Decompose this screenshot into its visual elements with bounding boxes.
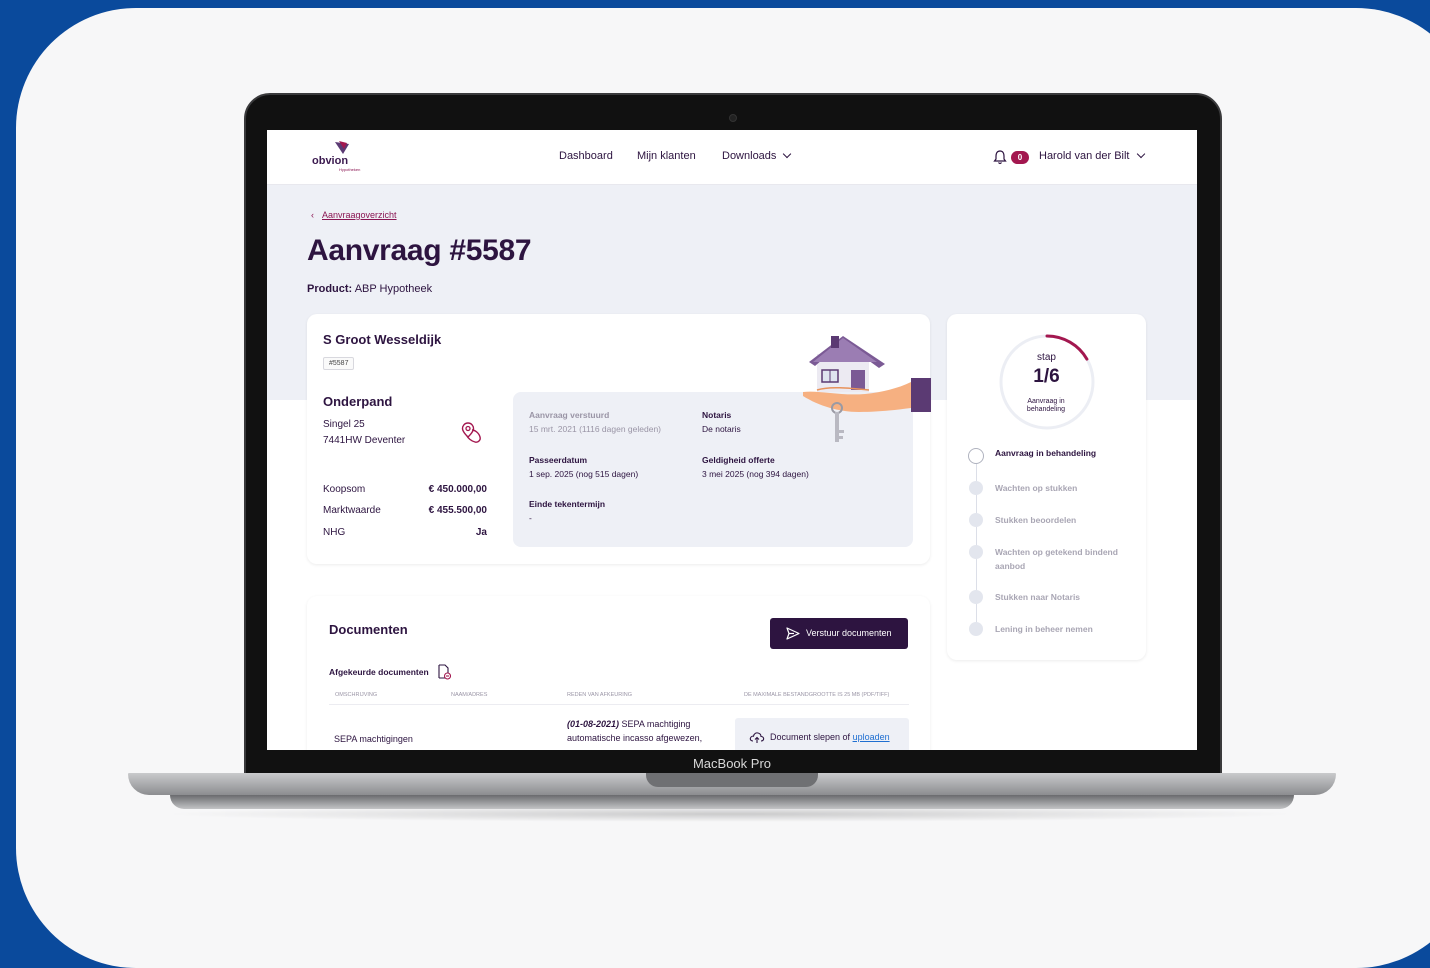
progress-card: stap 1/6 Aanvraag in behandeling Aanvraa… — [947, 314, 1146, 660]
sent-label: Aanvraag verstuurd — [529, 410, 610, 420]
chevron-down-icon — [783, 149, 792, 159]
cloud-upload-icon — [749, 732, 765, 743]
koopsom-value: € 450.000,00 — [428, 484, 487, 495]
send-documents-label: Verstuur documenten — [806, 628, 892, 638]
step-5: Stukken naar Notaris — [995, 592, 1081, 602]
step-dot — [969, 622, 983, 636]
collateral-heading: Onderpand — [323, 394, 393, 409]
rejected-documents-heading: Afgekeurde documenten — [329, 667, 429, 677]
row-reason: (01-08-2021) SEPA machtiging automatisch… — [567, 717, 717, 745]
product-line: Product: ABP Hypotheek — [307, 283, 432, 295]
column-header-reason: REDEN VAN AFKEURING — [567, 692, 632, 698]
column-header-name: NAAM/ADRES — [451, 692, 488, 698]
application-id-tag: #5587 — [323, 357, 355, 370]
upload-link[interactable]: uploaden — [853, 732, 890, 742]
rejected-document-icon — [438, 664, 451, 680]
step-dot — [969, 481, 983, 495]
nav-downloads-label: Downloads — [722, 150, 777, 162]
passing-date-value: 1 sep. 2025 (nog 515 dagen) — [529, 469, 639, 479]
user-menu[interactable]: Harold van der Bilt — [1039, 149, 1145, 162]
breadcrumb[interactable]: ‹ Aanvraagoverzicht — [311, 210, 397, 220]
notary-label: Notaris — [702, 410, 732, 420]
step-dot-active — [968, 448, 984, 464]
laptop-base-bottom — [170, 795, 1294, 809]
step-dot — [969, 545, 983, 559]
passing-date-label: Passeerdatum — [529, 455, 588, 465]
client-name: S Groot Wesseldijk — [323, 332, 442, 347]
app-screen: obvion Hypotheken Dashboard Mijn klanten… — [267, 130, 1197, 750]
address-line-1: Singel 25 — [323, 419, 365, 430]
ring-status-label: Aanvraag in behandeling — [1026, 398, 1066, 413]
nav-downloads[interactable]: Downloads — [722, 149, 792, 162]
address-line-2: 7441HW Deventer — [323, 435, 406, 446]
row-description: SEPA machtigingen — [334, 734, 413, 744]
step-word: stap — [1037, 352, 1056, 363]
marktwaarde-label: Marktwaarde — [323, 505, 381, 516]
bell-icon[interactable] — [993, 149, 1007, 165]
step-3: Stukken beoordelen — [995, 515, 1077, 525]
house-key-illustration — [803, 336, 931, 442]
laptop-notch — [646, 773, 818, 787]
step-6: Lening in beheer nemen — [995, 624, 1093, 634]
upload-prompt: Document slepen of — [770, 732, 851, 742]
step-2: Wachten op stukken — [995, 483, 1078, 493]
breadcrumb-link[interactable]: Aanvraagoverzicht — [322, 210, 397, 220]
logo-subtext: Hypotheken — [339, 167, 361, 172]
documents-card: Documenten Verstuur documenten Afgekeurd… — [307, 596, 930, 750]
product-value: ABP Hypotheek — [354, 283, 433, 295]
validity-value: 3 mei 2025 (nog 394 dagen) — [702, 469, 809, 479]
step-4: Wachten op getekend bindend aanbod — [995, 547, 1118, 571]
user-name: Harold van der Bilt — [1039, 150, 1130, 162]
column-header-max-size: DE MAXIMALE BESTANDGROOTTE IS 25 MB (PDF… — [744, 692, 890, 698]
obvion-logo[interactable]: obvion Hypotheken — [311, 140, 371, 176]
nav-dashboard[interactable]: Dashboard — [559, 150, 613, 162]
page-title: Aanvraag #5587 — [307, 234, 532, 267]
marktwaarde-value: € 455.500,00 — [428, 505, 487, 516]
logo-mark-icon — [335, 141, 349, 154]
map-icon[interactable] — [459, 420, 485, 446]
webcam — [729, 114, 737, 122]
top-nav: obvion Hypotheken Dashboard Mijn klanten… — [267, 130, 1197, 185]
sign-deadline-label: Einde tekentermijn — [529, 499, 606, 509]
sign-deadline-value: - — [529, 513, 532, 523]
step-1: Aanvraag in behandeling — [995, 448, 1097, 458]
koopsom-label: Koopsom — [323, 484, 366, 495]
column-header-description: OMSCHRIJVING — [335, 692, 378, 698]
device-label: MacBook Pro — [692, 756, 772, 771]
send-icon — [786, 627, 800, 640]
table-divider — [329, 704, 909, 705]
upload-dropzone[interactable]: Document slepen of uploaden — [735, 718, 909, 750]
logo-text: obvion — [312, 155, 349, 167]
nav-mijn-klanten[interactable]: Mijn klanten — [637, 150, 696, 162]
row-reason-date: (01-08-2021) — [567, 719, 620, 729]
validity-label: Geldigheid offerte — [702, 455, 775, 465]
upload-text: Document slepen of uploaden — [770, 732, 890, 742]
notary-value: De notaris — [702, 424, 741, 434]
documents-title: Documenten — [329, 622, 408, 637]
chevron-left-icon: ‹ — [311, 210, 314, 220]
product-label: Product: — [307, 283, 353, 295]
chevron-down-icon — [1136, 149, 1145, 159]
step-fraction: 1/6 — [1033, 366, 1060, 387]
step-dot — [969, 513, 983, 527]
send-documents-button[interactable]: Verstuur documenten — [770, 618, 908, 649]
sent-value: 15 mrt. 2021 (1116 dagen geleden) — [529, 424, 662, 434]
application-card: S Groot Wesseldijk #5587 Onderpand Singe… — [307, 314, 931, 564]
nhg-label: NHG — [323, 527, 346, 538]
nhg-value: Ja — [475, 527, 487, 538]
notification-badge[interactable]: 0 — [1011, 151, 1029, 164]
step-dot — [969, 590, 983, 604]
